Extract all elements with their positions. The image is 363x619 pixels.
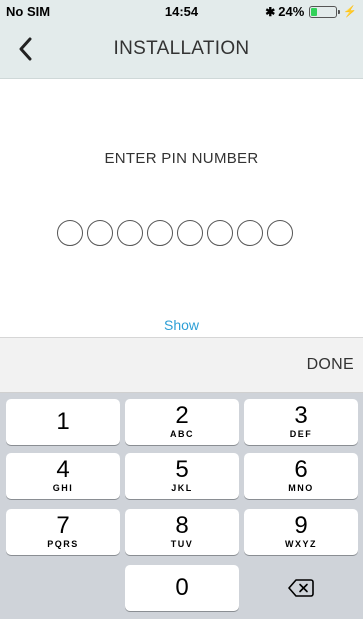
key-letters: JKL (171, 483, 193, 493)
keyboard-accessory-bar: DONE (0, 337, 363, 393)
key-digit: 4 (56, 456, 70, 483)
key-digit: 1 (56, 408, 70, 435)
show-pin-link[interactable]: Show (0, 317, 363, 333)
pin-digit-slot (87, 220, 113, 246)
battery-tip (338, 9, 341, 14)
key-letters: DEF (289, 429, 313, 439)
battery-icon (309, 5, 341, 18)
key-4[interactable]: 4 GHI (6, 453, 120, 499)
key-2[interactable]: 2 ABC (125, 399, 239, 445)
key-digit: 6 (294, 456, 308, 483)
key-digit: 7 (56, 512, 70, 539)
bluetooth-icon: ✱ (265, 4, 276, 19)
nav-bar: INSTALLATION (0, 22, 363, 76)
key-digit: 0 (175, 574, 189, 601)
key-letters: GHI (52, 483, 74, 493)
key-0[interactable]: 0 (125, 565, 239, 611)
page-title: INSTALLATION (113, 38, 250, 59)
delete-key[interactable] (244, 565, 358, 611)
charging-icon: ⚡ (343, 6, 357, 18)
done-button[interactable]: DONE (307, 356, 354, 374)
key-5[interactable]: 5 JKL (125, 453, 239, 499)
battery-fill (311, 7, 318, 16)
key-letters: PQRS (47, 539, 79, 549)
key-digit: 5 (175, 456, 189, 483)
key-8[interactable]: 8 TUV (125, 509, 239, 555)
key-1[interactable]: 1 (6, 399, 120, 445)
battery-percent: 24% (278, 4, 305, 19)
key-letters: WXYZ (285, 539, 317, 549)
pin-digit-slot (267, 220, 293, 246)
pin-digit-slot (57, 220, 83, 246)
pin-input[interactable] (57, 220, 293, 246)
key-9[interactable]: 9 WXYZ (244, 509, 358, 555)
status-right: ✱ 24% ⚡ (265, 4, 357, 19)
key-letters: ABC (170, 429, 194, 439)
pin-digit-slot (147, 220, 173, 246)
pin-prompt: ENTER PIN NUMBER (104, 150, 259, 167)
numeric-keypad: 1 2 ABC 3 DEF 4 GHI 5 JKL 6 MNO 7 PQRS 8… (0, 393, 363, 619)
key-7[interactable]: 7 PQRS (6, 509, 120, 555)
key-digit: 8 (175, 512, 189, 539)
key-6[interactable]: 6 MNO (244, 453, 358, 499)
pin-digit-slot (177, 220, 203, 246)
key-letters: TUV (170, 539, 194, 549)
pin-digit-slot (207, 220, 233, 246)
key-3[interactable]: 3 DEF (244, 399, 358, 445)
key-letters: MNO (288, 483, 314, 493)
status-bar: No SIM 14:54 ✱ 24% ⚡ (0, 0, 363, 22)
key-digit: 9 (294, 512, 308, 539)
key-digit: 2 (175, 402, 189, 429)
key-digit: 3 (294, 402, 308, 429)
pin-digit-slot (117, 220, 143, 246)
header: No SIM 14:54 ✱ 24% ⚡ INSTALLATION (0, 0, 363, 79)
backspace-icon (288, 579, 314, 597)
pin-digit-slot (237, 220, 263, 246)
